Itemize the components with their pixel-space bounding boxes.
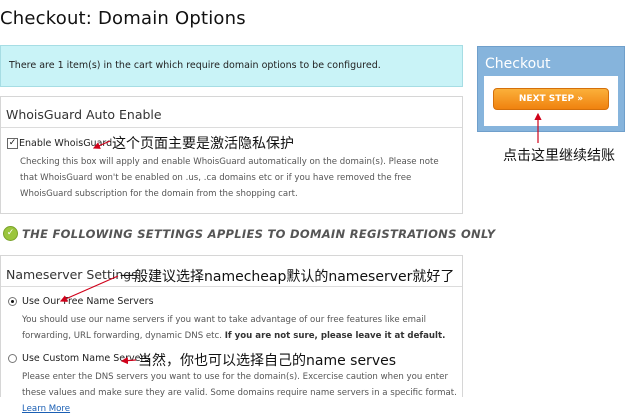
custom-nameservers-radio[interactable]	[8, 354, 17, 363]
custom-nameservers-label[interactable]: Use Custom Name Servers	[22, 353, 149, 364]
checkout-panel: Checkout NEXT STEP »	[477, 46, 625, 132]
check-circle-icon: ✓	[3, 226, 18, 241]
learn-more-link[interactable]: Learn More	[22, 404, 70, 414]
whoisguard-panel: WhoisGuard Auto Enable ✓ Enable WhoisGua…	[0, 96, 463, 214]
free-nameservers-description: You should use our name servers if you w…	[22, 312, 457, 344]
cart-notice: There are 1 item(s) in the cart which re…	[0, 45, 463, 87]
checkout-title: Checkout	[485, 56, 551, 72]
free-nameservers-default-note: If you are not sure, please leave it at …	[224, 331, 446, 341]
cart-notice-text: There are 1 item(s) in the cart which re…	[9, 60, 381, 71]
page-title: Checkout: Domain Options	[0, 8, 246, 29]
enable-whoisguard-checkbox[interactable]: ✓	[7, 138, 18, 149]
section-heading: THE FOLLOWING SETTINGS APPLIES TO DOMAIN…	[22, 227, 496, 241]
checkout-inner: NEXT STEP »	[484, 76, 618, 126]
divider	[1, 127, 462, 128]
annotation-free-ns-note: 一般建议选择namecheap默认的nameserver就好了	[120, 269, 455, 285]
custom-nameservers-description-text: Please enter the DNS servers you want to…	[22, 372, 457, 398]
nameserver-title: Nameserver Settings	[6, 267, 138, 282]
annotation-custom-ns-note: 当然，你也可以选择自己的name serves	[138, 353, 397, 369]
custom-nameservers-description: Please enter the DNS servers you want to…	[22, 369, 457, 417]
divider	[1, 286, 462, 287]
annotation-whoisguard-note: 这个页面主要是激活隐私保护	[112, 136, 294, 152]
free-nameservers-label[interactable]: Use Our Free Name Servers	[22, 296, 154, 307]
next-step-button[interactable]: NEXT STEP »	[493, 88, 609, 110]
annotation-next-step-note: 点击这里继续结账	[503, 148, 615, 164]
free-nameservers-radio[interactable]	[8, 297, 17, 306]
whoisguard-description: Checking this box will apply and enable …	[20, 157, 439, 199]
whoisguard-title: WhoisGuard Auto Enable	[6, 107, 162, 122]
enable-whoisguard-label[interactable]: Enable WhoisGuard	[19, 138, 112, 149]
